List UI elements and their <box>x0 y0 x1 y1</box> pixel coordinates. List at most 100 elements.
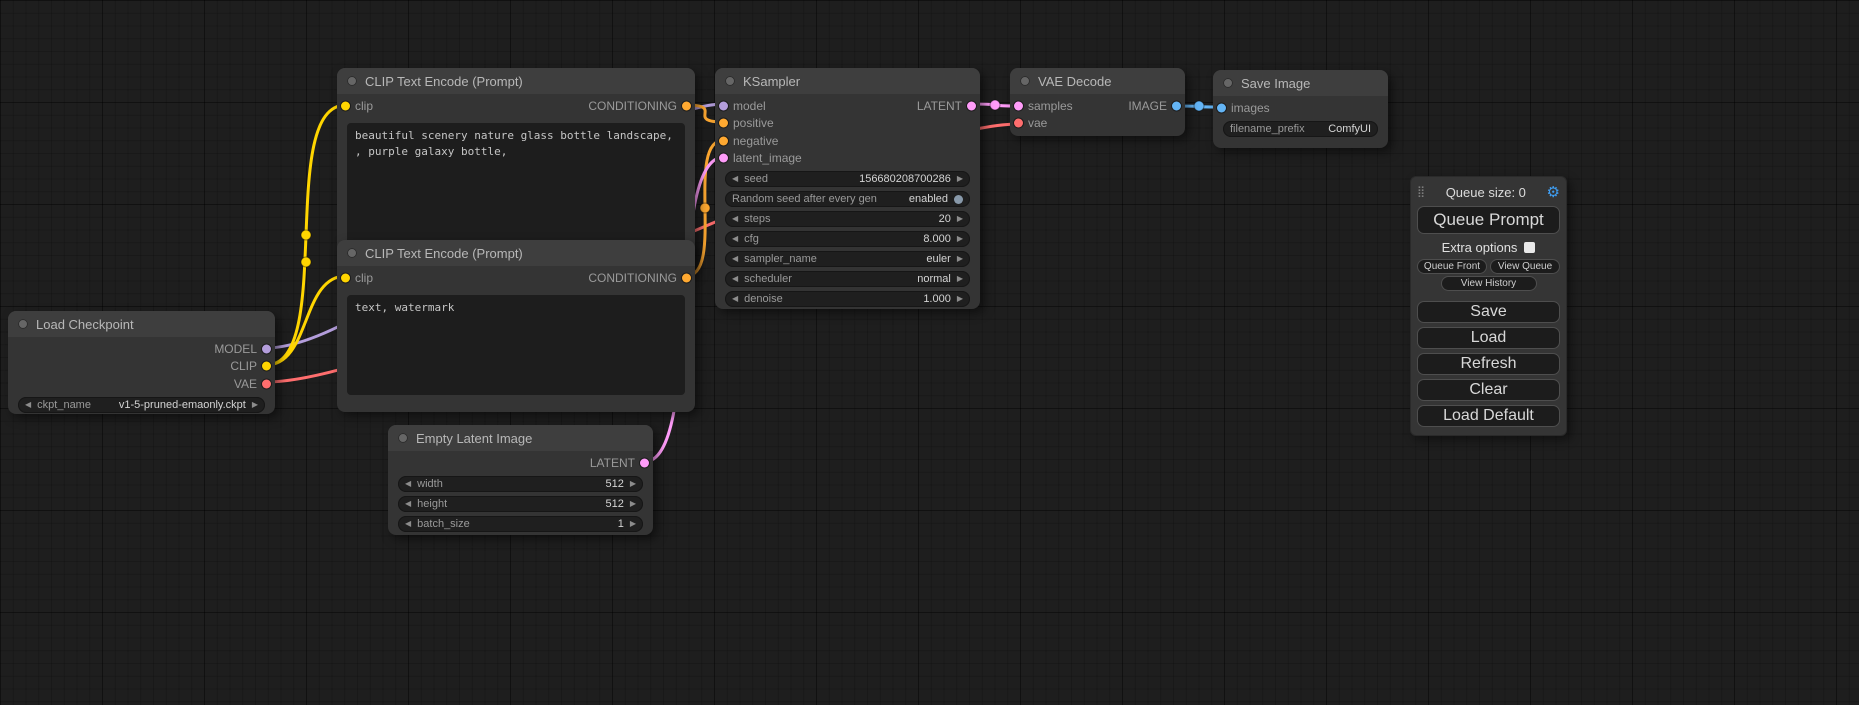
node-title-bar[interactable]: CLIP Text Encode (Prompt) <box>337 68 695 94</box>
node-ksampler[interactable]: KSampler model LATENT positive negative … <box>715 68 980 309</box>
decrement-arrow-icon[interactable]: ◀ <box>405 480 411 488</box>
node-vae-decode[interactable]: VAE Decode samples IMAGE vae <box>1010 68 1185 136</box>
decrement-arrow-icon[interactable]: ◀ <box>25 401 31 409</box>
height-widget[interactable]: ◀ height 512 ▶ <box>398 496 643 512</box>
prompt-text-area[interactable]: beautiful scenery nature glass bottle la… <box>347 123 685 255</box>
images-input-port[interactable] <box>1217 103 1226 112</box>
random-seed-toggle-widget[interactable]: Random seed after every gen enabled <box>725 191 970 207</box>
toggle-indicator[interactable] <box>954 195 963 204</box>
clip-output-label: CLIP <box>230 359 257 373</box>
queue-front-button[interactable]: Queue Front <box>1417 259 1487 274</box>
link-dot <box>700 203 710 213</box>
node-empty-latent-image[interactable]: Empty Latent Image LATENT ◀ width 512 ▶ … <box>388 425 653 535</box>
extra-options-checkbox[interactable] <box>1524 242 1535 253</box>
load-default-button[interactable]: Load Default <box>1417 405 1560 427</box>
filename-prefix-widget[interactable]: filename_prefix ComfyUI <box>1223 121 1378 137</box>
model-output-port[interactable] <box>262 344 271 353</box>
conditioning-output-port[interactable] <box>682 101 691 110</box>
decrement-arrow-icon[interactable]: ◀ <box>732 275 738 283</box>
clip-input-port[interactable] <box>341 273 350 282</box>
decrement-arrow-icon[interactable]: ◀ <box>732 295 738 303</box>
vae-input-port[interactable] <box>1014 119 1023 128</box>
increment-arrow-icon[interactable]: ▶ <box>957 275 963 283</box>
increment-arrow-icon[interactable]: ▶ <box>957 295 963 303</box>
node-title-bar[interactable]: CLIP Text Encode (Prompt) <box>337 240 695 266</box>
model-input-port[interactable] <box>719 101 728 110</box>
model-input-label: model <box>733 99 766 113</box>
node-title-label: VAE Decode <box>1038 74 1111 89</box>
port-row: negative <box>715 132 980 150</box>
width-widget[interactable]: ◀ width 512 ▶ <box>398 476 643 492</box>
clear-button[interactable]: Clear <box>1417 379 1560 401</box>
decrement-arrow-icon[interactable]: ◀ <box>405 520 411 528</box>
latent-output-port[interactable] <box>967 101 976 110</box>
view-history-button[interactable]: View History <box>1441 276 1537 291</box>
link-dot <box>301 257 311 267</box>
increment-arrow-icon[interactable]: ▶ <box>957 255 963 263</box>
scheduler-widget[interactable]: ◀ scheduler normal ▶ <box>725 271 970 287</box>
node-load-checkpoint[interactable]: Load Checkpoint MODEL CLIP VAE ◀ ckpt_na… <box>8 311 275 414</box>
load-button[interactable]: Load <box>1417 327 1560 349</box>
widget-value: 156680208700286 <box>859 173 951 185</box>
node-graph-canvas[interactable]: Load Checkpoint MODEL CLIP VAE ◀ ckpt_na… <box>0 0 1859 705</box>
decrement-arrow-icon[interactable]: ◀ <box>405 500 411 508</box>
collapse-dot[interactable] <box>347 248 357 258</box>
latent-output-label: LATENT <box>917 99 962 113</box>
ckpt-name-widget[interactable]: ◀ ckpt_name v1-5-pruned-emaonly.ckpt ▶ <box>18 397 265 413</box>
refresh-button[interactable]: Refresh <box>1417 353 1560 375</box>
widget-value: 1.000 <box>923 293 951 305</box>
save-button[interactable]: Save <box>1417 301 1560 323</box>
node-title-label: CLIP Text Encode (Prompt) <box>365 246 523 261</box>
menu-header: ⣿ Queue size: 0 ⚙ <box>1417 182 1560 202</box>
view-queue-button[interactable]: View Queue <box>1490 259 1560 274</box>
drag-handle-icon[interactable]: ⣿ <box>1417 187 1425 198</box>
latent-output-port[interactable] <box>640 458 649 467</box>
collapse-dot[interactable] <box>347 76 357 86</box>
gear-icon[interactable]: ⚙ <box>1547 185 1560 200</box>
increment-arrow-icon[interactable]: ▶ <box>957 235 963 243</box>
prompt-text-area[interactable]: text, watermark <box>347 295 685 395</box>
cfg-widget[interactable]: ◀ cfg 8.000 ▶ <box>725 231 970 247</box>
decrement-arrow-icon[interactable]: ◀ <box>732 235 738 243</box>
decrement-arrow-icon[interactable]: ◀ <box>732 255 738 263</box>
node-title-bar[interactable]: Empty Latent Image <box>388 425 653 451</box>
node-save-image[interactable]: Save Image images filename_prefix ComfyU… <box>1213 70 1388 148</box>
port-row: clip CONDITIONING <box>337 269 695 287</box>
conditioning-output-port[interactable] <box>682 273 691 282</box>
negative-input-port[interactable] <box>719 136 728 145</box>
increment-arrow-icon[interactable]: ▶ <box>630 500 636 508</box>
node-title-bar[interactable]: KSampler <box>715 68 980 94</box>
increment-arrow-icon[interactable]: ▶ <box>957 215 963 223</box>
widget-label: batch_size <box>417 518 470 530</box>
denoise-widget[interactable]: ◀ denoise 1.000 ▶ <box>725 291 970 307</box>
image-output-port[interactable] <box>1172 101 1181 110</box>
conditioning-output-label: CONDITIONING <box>588 99 677 113</box>
clip-input-port[interactable] <box>341 101 350 110</box>
sampler-name-widget[interactable]: ◀ sampler_name euler ▶ <box>725 251 970 267</box>
batch-size-widget[interactable]: ◀ batch_size 1 ▶ <box>398 516 643 532</box>
collapse-dot[interactable] <box>18 319 28 329</box>
node-title-bar[interactable]: Save Image <box>1213 70 1388 96</box>
collapse-dot[interactable] <box>398 433 408 443</box>
collapse-dot[interactable] <box>1020 76 1030 86</box>
collapse-dot[interactable] <box>725 76 735 86</box>
decrement-arrow-icon[interactable]: ◀ <box>732 215 738 223</box>
queue-prompt-button[interactable]: Queue Prompt <box>1417 206 1560 234</box>
node-title-bar[interactable]: Load Checkpoint <box>8 311 275 337</box>
port-row: CLIP <box>8 358 275 376</box>
node-title-bar[interactable]: VAE Decode <box>1010 68 1185 94</box>
clip-output-port[interactable] <box>262 362 271 371</box>
decrement-arrow-icon[interactable]: ◀ <box>732 175 738 183</box>
increment-arrow-icon[interactable]: ▶ <box>630 520 636 528</box>
positive-input-port[interactable] <box>719 119 728 128</box>
collapse-dot[interactable] <box>1223 78 1233 88</box>
samples-input-port[interactable] <box>1014 101 1023 110</box>
increment-arrow-icon[interactable]: ▶ <box>252 401 258 409</box>
latent-image-input-port[interactable] <box>719 154 728 163</box>
seed-widget[interactable]: ◀ seed 156680208700286 ▶ <box>725 171 970 187</box>
increment-arrow-icon[interactable]: ▶ <box>957 175 963 183</box>
node-clip-text-encode-negative[interactable]: CLIP Text Encode (Prompt) clip CONDITION… <box>337 240 695 412</box>
steps-widget[interactable]: ◀ steps 20 ▶ <box>725 211 970 227</box>
vae-output-port[interactable] <box>262 379 271 388</box>
increment-arrow-icon[interactable]: ▶ <box>630 480 636 488</box>
